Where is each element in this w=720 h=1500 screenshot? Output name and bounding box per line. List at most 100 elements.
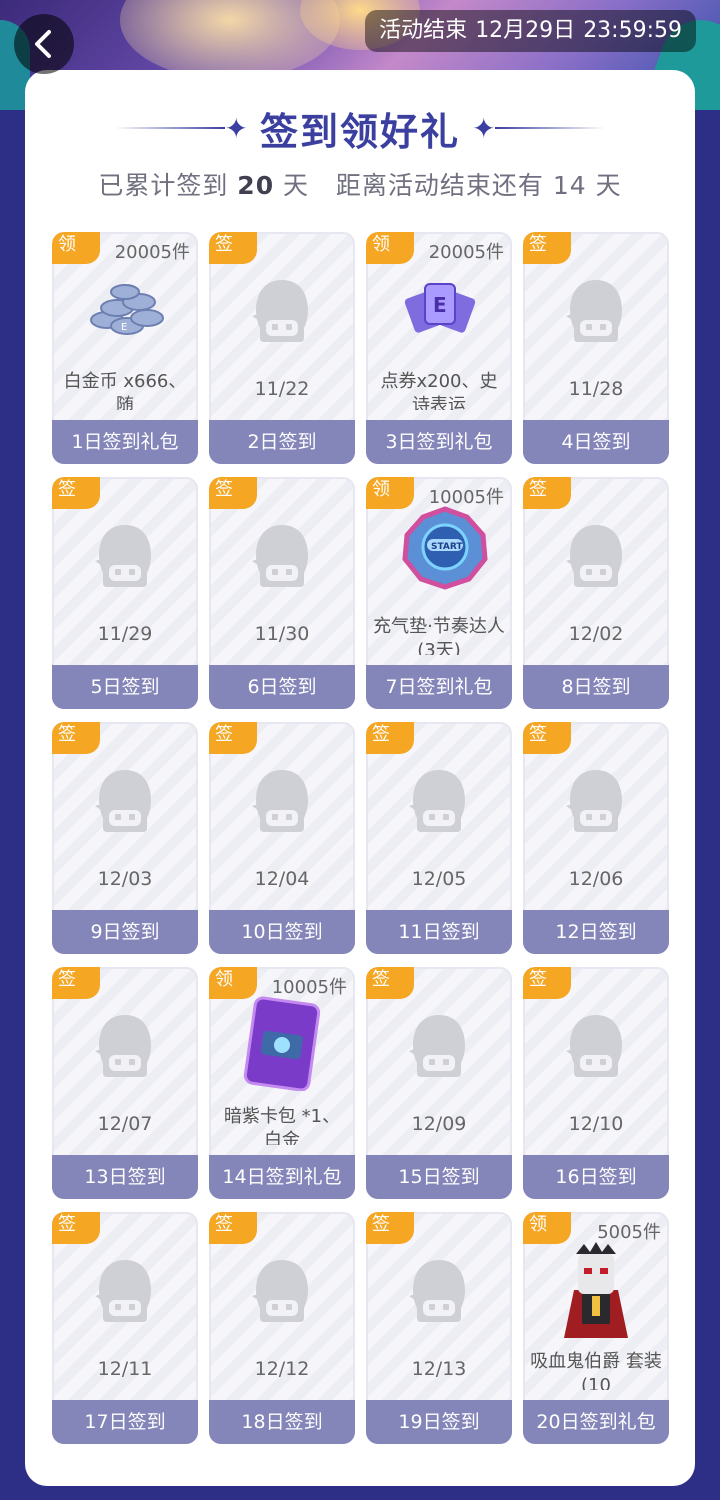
signin-date: 12/05 [411,868,467,890]
status-tag: 签 [52,722,100,754]
status-tag: 签 [52,1212,100,1244]
start-pad-icon: START [397,505,493,595]
reward-card-day[interactable]: 签 11/22 2日签到 [209,232,355,464]
placeholder-avatar-icon [250,766,314,834]
placeholder-avatar-icon [564,276,628,344]
signin-date: 11/30 [254,623,310,645]
signin-date: 12/09 [411,1113,467,1135]
signin-date: 12/11 [97,1358,153,1380]
reward-card-gift[interactable]: 领 5005件 吸血鬼伯爵 套装(10 20日签到礼包 [523,1212,669,1444]
voucher-cards-icon: E [391,272,487,346]
signin-date: 11/28 [568,378,624,400]
status-tag: 签 [523,967,571,999]
item-count: 20005件 [428,242,504,263]
status-tag: 领 [52,232,100,264]
signin-panel: ✦ 签到领好礼 ✦ 已累计签到 20 天 距离活动结束还有 14 天 领 2000… [25,70,695,1486]
status-tag: 签 [523,232,571,264]
placeholder-avatar-icon [250,1256,314,1324]
status-tag: 签 [209,232,257,264]
card-label: 19日签到 [366,1400,512,1444]
reward-card-day[interactable]: 签 11/29 5日签到 [52,477,198,709]
reward-card-day[interactable]: 签 12/06 12日签到 [523,722,669,954]
title-row: ✦ 签到领好礼 ✦ [25,98,695,158]
item-name: 暗紫卡包 *1、白金 [223,1106,341,1145]
reward-card-day[interactable]: 签 12/05 11日签到 [366,722,512,954]
card-label: 6日签到 [209,665,355,709]
reward-card-gift[interactable]: 领 10005件 START 充气垫·节奏达人(3天) 7日签到礼包 [366,477,512,709]
status-tag: 签 [209,1212,257,1244]
placeholder-avatar-icon [93,1256,157,1324]
status-tag: 签 [523,722,571,754]
reward-card-day[interactable]: 签 12/13 19日签到 [366,1212,512,1444]
card-label: 8日签到 [523,665,669,709]
chevron-left-icon [35,30,51,58]
status-tag: 签 [366,967,414,999]
card-label: 10日签到 [209,910,355,954]
signin-date: 12/03 [97,868,153,890]
back-button[interactable] [14,14,74,74]
placeholder-avatar-icon [564,1011,628,1079]
status-tag: 签 [366,722,414,754]
reward-card-gift[interactable]: 领 10005件 暗紫卡包 *1、白金 14日签到礼包 [209,967,355,1199]
card-label: 17日签到 [52,1400,198,1444]
status-tag: 签 [523,477,571,509]
placeholder-avatar-icon [93,766,157,834]
placeholder-avatar-icon [407,1011,471,1079]
reward-card-gift[interactable]: 领 20005件 E 白金币 x666、随 1日签到礼包 [52,232,198,464]
status-tag: 签 [366,1212,414,1244]
card-label: 9日签到 [52,910,198,954]
card-label: 13日签到 [52,1155,198,1199]
platinum-coins-icon: E [77,272,173,346]
card-label: 3日签到礼包 [366,420,512,464]
placeholder-avatar-icon [250,276,314,344]
signin-date: 12/02 [568,623,624,645]
svg-text:E: E [121,322,127,333]
card-label: 14日签到礼包 [209,1155,355,1199]
signin-summary: 已累计签到 20 天 距离活动结束还有 14 天 [98,171,622,200]
placeholder-avatar-icon [407,766,471,834]
card-pack-icon [240,995,324,1095]
status-tag: 领 [366,232,414,264]
card-label: 18日签到 [209,1400,355,1444]
placeholder-avatar-icon [93,1011,157,1079]
card-label: 15日签到 [366,1155,512,1199]
card-label: 5日签到 [52,665,198,709]
svg-text:START: START [431,542,463,552]
reward-card-day[interactable]: 签 11/30 6日签到 [209,477,355,709]
status-tag: 签 [209,477,257,509]
page-title: 签到领好礼 [259,109,460,154]
item-name: 白金币 x666、随 [63,371,187,410]
signin-date: 12/04 [254,868,310,890]
card-label: 16日签到 [523,1155,669,1199]
reward-card-day[interactable]: 签 12/10 16日签到 [523,967,669,1199]
card-label: 7日签到礼包 [366,665,512,709]
reward-card-gift[interactable]: 领 20005件 E 点券x200、史诗表运 3日签到礼包 [366,232,512,464]
reward-card-day[interactable]: 签 11/28 4日签到 [523,232,669,464]
reward-card-day[interactable]: 签 12/04 10日签到 [209,722,355,954]
item-name: 充气垫·节奏达人(3天) [373,616,505,655]
sparkle-icon: ✦ [472,111,496,145]
title-decoration-right [495,127,606,129]
vampire-costume-icon [554,1240,638,1344]
svg-text:E: E [433,293,447,317]
card-label: 11日签到 [366,910,512,954]
status-tag: 签 [52,967,100,999]
placeholder-avatar-icon [250,521,314,589]
reward-card-day[interactable]: 签 12/03 9日签到 [52,722,198,954]
countdown-time: 23:59:59 [583,18,682,43]
item-name: 点券x200、史诗表运 [380,371,498,410]
card-label: 4日签到 [523,420,669,464]
title-decoration-left [114,127,225,129]
reward-card-day[interactable]: 签 12/09 15日签到 [366,967,512,1199]
placeholder-avatar-icon [564,521,628,589]
reward-card-day[interactable]: 签 12/11 17日签到 [52,1212,198,1444]
placeholder-avatar-icon [564,766,628,834]
reward-card-day[interactable]: 签 12/02 8日签到 [523,477,669,709]
countdown-date: 12月29日 [475,18,576,43]
placeholder-avatar-icon [93,521,157,589]
item-count: 20005件 [114,242,190,263]
reward-card-day[interactable]: 签 12/07 13日签到 [52,967,198,1199]
status-tag: 签 [209,722,257,754]
reward-card-day[interactable]: 签 12/12 18日签到 [209,1212,355,1444]
signin-date: 11/22 [254,378,310,400]
